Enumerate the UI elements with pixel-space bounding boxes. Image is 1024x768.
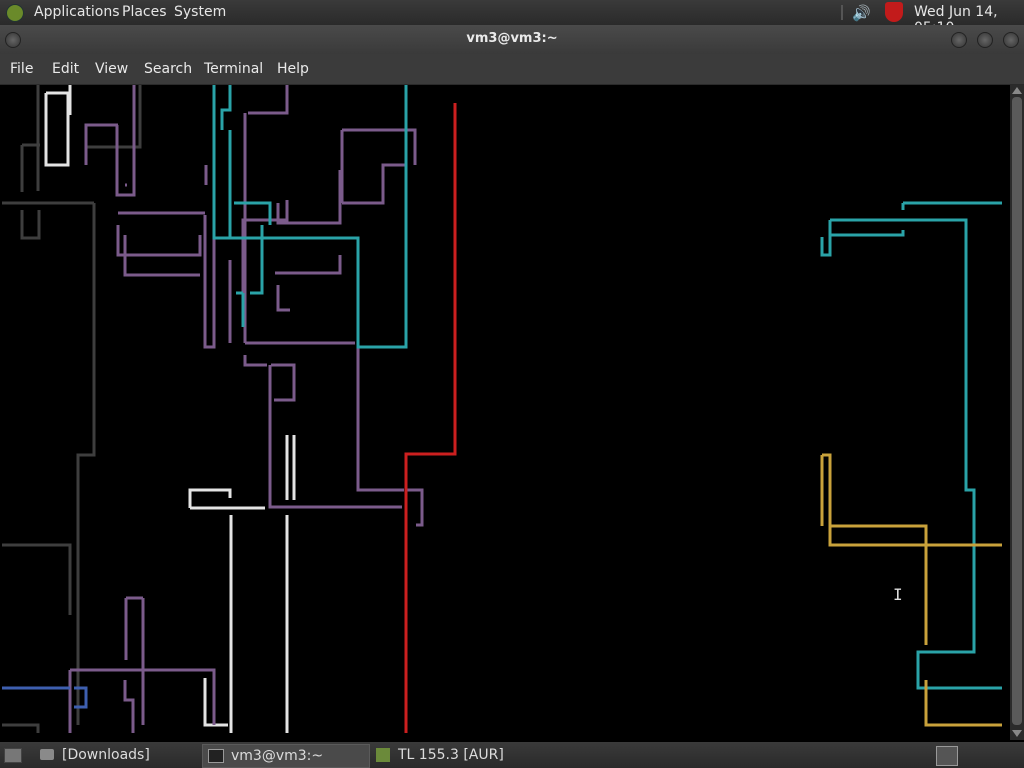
task-downloads[interactable]: [Downloads]	[36, 744, 196, 766]
pipe-red	[404, 103, 457, 733]
text-cursor-icon: I	[893, 585, 903, 604]
pipe-blue	[2, 686, 88, 709]
pipe-teal	[212, 85, 1002, 690]
folder-icon	[40, 749, 54, 760]
pipe-purple	[68, 85, 424, 733]
places-menu[interactable]: Places	[122, 4, 167, 20]
terminal-area[interactable]: I	[0, 85, 1010, 740]
workspace-switcher[interactable]	[936, 746, 958, 766]
menu-edit[interactable]: Edit	[52, 61, 79, 77]
shield-icon[interactable]	[885, 2, 903, 22]
cube-icon	[376, 748, 390, 762]
panel-separator	[841, 5, 843, 20]
pipe-white	[44, 85, 296, 733]
scroll-up-icon[interactable]	[1012, 87, 1022, 94]
task-label: TL 155.3 [AUR]	[398, 747, 504, 763]
bottom-panel: [Downloads] vm3@vm3:~ TL 155.3 [AUR]	[0, 742, 1024, 768]
show-desktop-icon[interactable]	[4, 748, 22, 763]
terminal-icon	[208, 749, 224, 763]
menu-terminal[interactable]: Terminal	[204, 61, 263, 77]
distro-logo-icon[interactable]	[6, 4, 24, 22]
window-title: vm3@vm3:~	[466, 31, 558, 46]
applications-menu[interactable]: Applications	[34, 4, 120, 20]
close-button[interactable]	[1003, 32, 1019, 48]
pipe-gray	[2, 85, 142, 733]
system-menu[interactable]: System	[174, 4, 226, 20]
scroll-down-icon[interactable]	[1012, 730, 1022, 737]
task-label: [Downloads]	[62, 747, 150, 763]
menu-file[interactable]: File	[10, 61, 33, 77]
menu-search[interactable]: Search	[144, 61, 192, 77]
task-tl[interactable]: TL 155.3 [AUR]	[372, 744, 542, 766]
maximize-button[interactable]	[977, 32, 993, 48]
task-terminal[interactable]: vm3@vm3:~	[202, 744, 370, 768]
terminal-menubar: File Edit View Search Terminal Help	[0, 54, 1024, 85]
task-label: vm3@vm3:~	[231, 748, 324, 764]
minimize-button[interactable]	[951, 32, 967, 48]
terminal-scrollbar[interactable]	[1010, 85, 1024, 740]
scroll-thumb[interactable]	[1012, 97, 1022, 725]
window-titlebar[interactable]: vm3@vm3:~	[0, 25, 1024, 54]
top-panel: Applications Places System 🔊 Wed Jun 14,…	[0, 0, 1024, 36]
menu-help[interactable]: Help	[277, 61, 309, 77]
menu-view[interactable]: View	[95, 61, 128, 77]
pipes-drawing	[2, 85, 1002, 733]
volume-icon[interactable]: 🔊	[852, 4, 871, 22]
